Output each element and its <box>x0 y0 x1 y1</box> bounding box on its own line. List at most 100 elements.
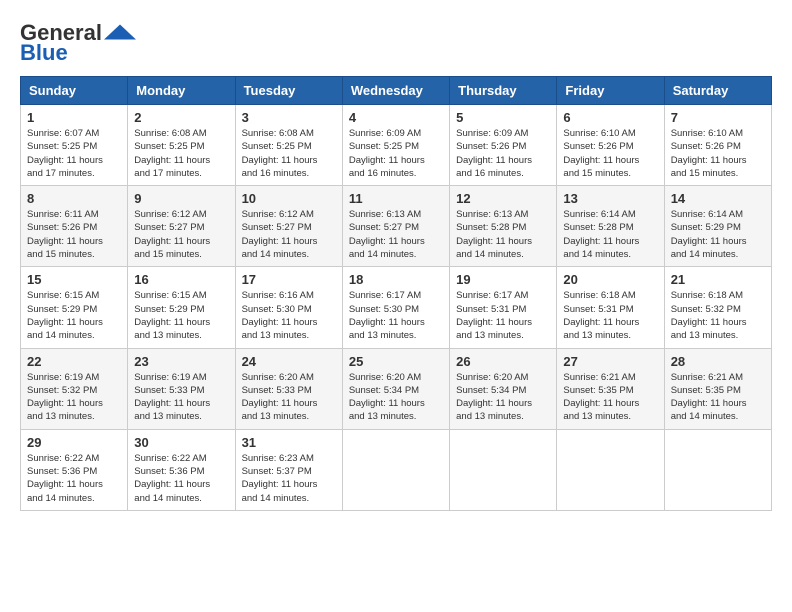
logo-icon <box>104 24 136 40</box>
calendar-day-cell: 3 Sunrise: 6:08 AM Sunset: 5:25 PM Dayli… <box>235 105 342 186</box>
calendar-day-cell: 16 Sunrise: 6:15 AM Sunset: 5:29 PM Dayl… <box>128 267 235 348</box>
day-number: 16 <box>134 272 228 287</box>
day-number: 31 <box>242 435 336 450</box>
calendar-day-cell: 20 Sunrise: 6:18 AM Sunset: 5:31 PM Dayl… <box>557 267 664 348</box>
day-number: 20 <box>563 272 657 287</box>
calendar-day-cell: 29 Sunrise: 6:22 AM Sunset: 5:36 PM Dayl… <box>21 429 128 510</box>
day-detail: Sunrise: 6:21 AM Sunset: 5:35 PM Dayligh… <box>563 371 657 424</box>
calendar-day-cell: 9 Sunrise: 6:12 AM Sunset: 5:27 PM Dayli… <box>128 186 235 267</box>
day-number: 22 <box>27 354 121 369</box>
calendar-day-cell <box>664 429 771 510</box>
calendar-week-row: 8 Sunrise: 6:11 AM Sunset: 5:26 PM Dayli… <box>21 186 772 267</box>
calendar-header-cell: Thursday <box>450 77 557 105</box>
calendar-day-cell: 30 Sunrise: 6:22 AM Sunset: 5:36 PM Dayl… <box>128 429 235 510</box>
day-detail: Sunrise: 6:21 AM Sunset: 5:35 PM Dayligh… <box>671 371 765 424</box>
day-detail: Sunrise: 6:18 AM Sunset: 5:31 PM Dayligh… <box>563 289 657 342</box>
calendar-header-cell: Saturday <box>664 77 771 105</box>
calendar-day-cell: 17 Sunrise: 6:16 AM Sunset: 5:30 PM Dayl… <box>235 267 342 348</box>
day-number: 30 <box>134 435 228 450</box>
day-number: 11 <box>349 191 443 206</box>
calendar-day-cell: 10 Sunrise: 6:12 AM Sunset: 5:27 PM Dayl… <box>235 186 342 267</box>
day-detail: Sunrise: 6:12 AM Sunset: 5:27 PM Dayligh… <box>242 208 336 261</box>
day-detail: Sunrise: 6:13 AM Sunset: 5:28 PM Dayligh… <box>456 208 550 261</box>
calendar-day-cell: 21 Sunrise: 6:18 AM Sunset: 5:32 PM Dayl… <box>664 267 771 348</box>
calendar-header-cell: Sunday <box>21 77 128 105</box>
day-number: 10 <box>242 191 336 206</box>
calendar-day-cell <box>450 429 557 510</box>
calendar-day-cell: 23 Sunrise: 6:19 AM Sunset: 5:33 PM Dayl… <box>128 348 235 429</box>
calendar-day-cell <box>342 429 449 510</box>
day-detail: Sunrise: 6:23 AM Sunset: 5:37 PM Dayligh… <box>242 452 336 505</box>
calendar-day-cell: 25 Sunrise: 6:20 AM Sunset: 5:34 PM Dayl… <box>342 348 449 429</box>
day-number: 7 <box>671 110 765 125</box>
calendar-week-row: 22 Sunrise: 6:19 AM Sunset: 5:32 PM Dayl… <box>21 348 772 429</box>
day-detail: Sunrise: 6:11 AM Sunset: 5:26 PM Dayligh… <box>27 208 121 261</box>
day-number: 23 <box>134 354 228 369</box>
day-number: 5 <box>456 110 550 125</box>
day-number: 3 <box>242 110 336 125</box>
calendar-day-cell: 22 Sunrise: 6:19 AM Sunset: 5:32 PM Dayl… <box>21 348 128 429</box>
day-number: 18 <box>349 272 443 287</box>
calendar-day-cell: 19 Sunrise: 6:17 AM Sunset: 5:31 PM Dayl… <box>450 267 557 348</box>
day-detail: Sunrise: 6:15 AM Sunset: 5:29 PM Dayligh… <box>134 289 228 342</box>
day-number: 15 <box>27 272 121 287</box>
day-detail: Sunrise: 6:13 AM Sunset: 5:27 PM Dayligh… <box>349 208 443 261</box>
day-detail: Sunrise: 6:09 AM Sunset: 5:25 PM Dayligh… <box>349 127 443 180</box>
day-number: 13 <box>563 191 657 206</box>
day-number: 14 <box>671 191 765 206</box>
day-number: 27 <box>563 354 657 369</box>
calendar-day-cell: 1 Sunrise: 6:07 AM Sunset: 5:25 PM Dayli… <box>21 105 128 186</box>
day-detail: Sunrise: 6:09 AM Sunset: 5:26 PM Dayligh… <box>456 127 550 180</box>
calendar-day-cell: 5 Sunrise: 6:09 AM Sunset: 5:26 PM Dayli… <box>450 105 557 186</box>
calendar-week-row: 29 Sunrise: 6:22 AM Sunset: 5:36 PM Dayl… <box>21 429 772 510</box>
calendar-day-cell: 6 Sunrise: 6:10 AM Sunset: 5:26 PM Dayli… <box>557 105 664 186</box>
day-number: 25 <box>349 354 443 369</box>
day-detail: Sunrise: 6:22 AM Sunset: 5:36 PM Dayligh… <box>134 452 228 505</box>
day-detail: Sunrise: 6:17 AM Sunset: 5:31 PM Dayligh… <box>456 289 550 342</box>
day-number: 1 <box>27 110 121 125</box>
calendar-week-row: 1 Sunrise: 6:07 AM Sunset: 5:25 PM Dayli… <box>21 105 772 186</box>
day-detail: Sunrise: 6:22 AM Sunset: 5:36 PM Dayligh… <box>27 452 121 505</box>
calendar-day-cell: 26 Sunrise: 6:20 AM Sunset: 5:34 PM Dayl… <box>450 348 557 429</box>
day-detail: Sunrise: 6:18 AM Sunset: 5:32 PM Dayligh… <box>671 289 765 342</box>
day-detail: Sunrise: 6:20 AM Sunset: 5:34 PM Dayligh… <box>456 371 550 424</box>
calendar-body: 1 Sunrise: 6:07 AM Sunset: 5:25 PM Dayli… <box>21 105 772 511</box>
calendar-day-cell: 18 Sunrise: 6:17 AM Sunset: 5:30 PM Dayl… <box>342 267 449 348</box>
day-detail: Sunrise: 6:20 AM Sunset: 5:33 PM Dayligh… <box>242 371 336 424</box>
day-detail: Sunrise: 6:14 AM Sunset: 5:29 PM Dayligh… <box>671 208 765 261</box>
day-detail: Sunrise: 6:20 AM Sunset: 5:34 PM Dayligh… <box>349 371 443 424</box>
calendar-day-cell: 27 Sunrise: 6:21 AM Sunset: 5:35 PM Dayl… <box>557 348 664 429</box>
calendar-week-row: 15 Sunrise: 6:15 AM Sunset: 5:29 PM Dayl… <box>21 267 772 348</box>
day-detail: Sunrise: 6:07 AM Sunset: 5:25 PM Dayligh… <box>27 127 121 180</box>
header: General Blue <box>20 20 772 66</box>
calendar-day-cell <box>557 429 664 510</box>
calendar-day-cell: 2 Sunrise: 6:08 AM Sunset: 5:25 PM Dayli… <box>128 105 235 186</box>
calendar-header-cell: Friday <box>557 77 664 105</box>
day-detail: Sunrise: 6:08 AM Sunset: 5:25 PM Dayligh… <box>242 127 336 180</box>
calendar-day-cell: 14 Sunrise: 6:14 AM Sunset: 5:29 PM Dayl… <box>664 186 771 267</box>
day-detail: Sunrise: 6:15 AM Sunset: 5:29 PM Dayligh… <box>27 289 121 342</box>
calendar-header-cell: Wednesday <box>342 77 449 105</box>
day-number: 26 <box>456 354 550 369</box>
day-number: 21 <box>671 272 765 287</box>
calendar-day-cell: 31 Sunrise: 6:23 AM Sunset: 5:37 PM Dayl… <box>235 429 342 510</box>
day-detail: Sunrise: 6:12 AM Sunset: 5:27 PM Dayligh… <box>134 208 228 261</box>
day-number: 9 <box>134 191 228 206</box>
calendar-day-cell: 13 Sunrise: 6:14 AM Sunset: 5:28 PM Dayl… <box>557 186 664 267</box>
calendar-header-cell: Tuesday <box>235 77 342 105</box>
calendar-table: SundayMondayTuesdayWednesdayThursdayFrid… <box>20 76 772 511</box>
logo-blue: Blue <box>20 40 68 66</box>
day-number: 24 <box>242 354 336 369</box>
day-number: 8 <box>27 191 121 206</box>
calendar-header-cell: Monday <box>128 77 235 105</box>
day-number: 12 <box>456 191 550 206</box>
day-detail: Sunrise: 6:10 AM Sunset: 5:26 PM Dayligh… <box>671 127 765 180</box>
calendar-day-cell: 15 Sunrise: 6:15 AM Sunset: 5:29 PM Dayl… <box>21 267 128 348</box>
calendar-day-cell: 11 Sunrise: 6:13 AM Sunset: 5:27 PM Dayl… <box>342 186 449 267</box>
day-number: 28 <box>671 354 765 369</box>
day-detail: Sunrise: 6:16 AM Sunset: 5:30 PM Dayligh… <box>242 289 336 342</box>
day-detail: Sunrise: 6:19 AM Sunset: 5:33 PM Dayligh… <box>134 371 228 424</box>
calendar-day-cell: 28 Sunrise: 6:21 AM Sunset: 5:35 PM Dayl… <box>664 348 771 429</box>
day-number: 4 <box>349 110 443 125</box>
calendar-day-cell: 24 Sunrise: 6:20 AM Sunset: 5:33 PM Dayl… <box>235 348 342 429</box>
